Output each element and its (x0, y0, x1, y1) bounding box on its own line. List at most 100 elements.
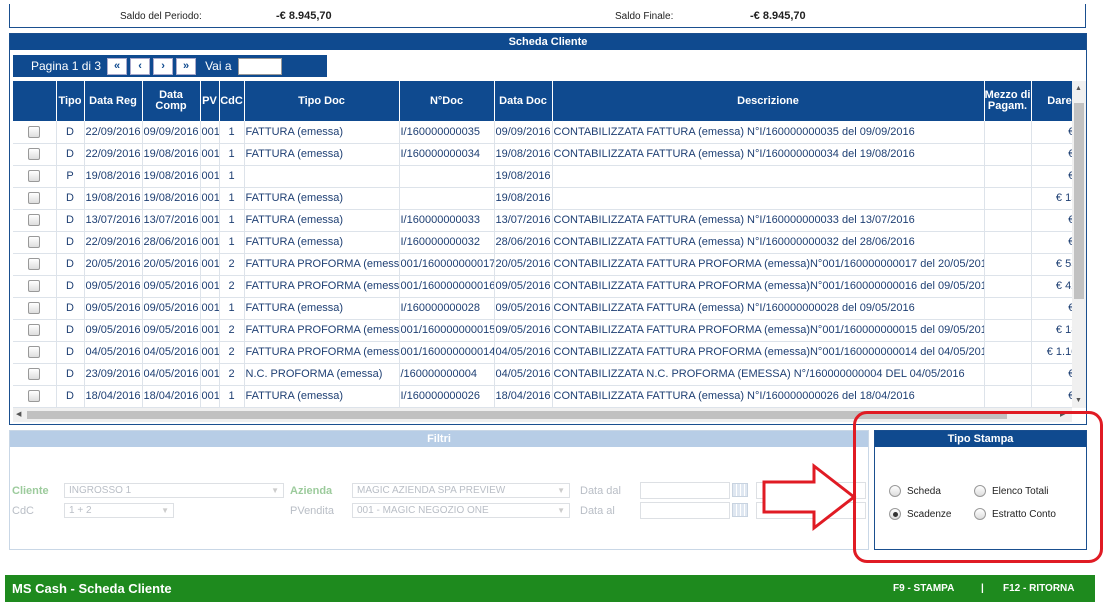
cell-pv: 001 (200, 341, 220, 364)
cell-mezzo (984, 209, 1032, 232)
cell-ndoc: I/160000000032 (399, 231, 495, 254)
cell-pv: 001 (200, 209, 220, 232)
cell-tipo-doc: FATTURA (emessa) (244, 385, 400, 408)
table-row[interactable]: D 19/08/2016 19/08/2016 001 1 FATTURA (emessa… (13, 187, 1072, 210)
table-row[interactable]: D 20/05/2016 20/05/2016 001 2 FATTURA PROFORM… (13, 253, 1072, 276)
row-checkbox[interactable] (28, 302, 41, 314)
cell-data-comp: 20/05/2016 (142, 253, 201, 276)
next-page-button[interactable]: › (153, 57, 174, 75)
table-row[interactable]: D 22/09/2016 19/08/2016 001 1 FATTURA (emessa… (13, 143, 1072, 166)
row-checkbox[interactable] (28, 125, 41, 138)
cliente-select[interactable]: INGROSSO 1 ▼ (64, 483, 284, 498)
cell-tipo: D (56, 385, 85, 408)
cell-cdc: 1 (219, 143, 245, 166)
column-header[interactable]: N°Doc (399, 81, 495, 121)
cell-dare: € 0, (1031, 297, 1072, 320)
cell-cdc: 1 (219, 165, 245, 188)
cdc-select[interactable]: 1 + 2 ▼ (64, 503, 174, 518)
table-row[interactable]: D 23/09/2016 04/05/2016 001 2 N.C. PROFORMA (… (13, 363, 1072, 386)
vertical-scroll-thumb[interactable] (1074, 103, 1084, 299)
last-page-button[interactable]: » (176, 57, 197, 75)
row-checkbox-cell (13, 385, 57, 408)
cell-mezzo (984, 253, 1032, 276)
row-checkbox-cell (13, 143, 57, 166)
cell-data-reg: 22/09/2016 (84, 143, 143, 166)
column-header[interactable]: Tipo Doc (244, 81, 400, 121)
data-al-input[interactable] (640, 502, 730, 519)
goto-page-input[interactable] (237, 57, 282, 75)
cell-cdc: 2 (219, 253, 245, 276)
cliente-value: INGROSSO 1 (69, 485, 132, 496)
cell-descr: CONTABILIZZATA FATTURA (emessa) N°I/1600… (552, 209, 985, 232)
scroll-down-arrow-icon[interactable]: ▼ (1075, 397, 1082, 404)
column-header[interactable]: Data Reg (84, 81, 143, 121)
row-checkbox-cell (13, 297, 57, 320)
column-header[interactable] (13, 81, 57, 121)
cell-data-doc: 19/08/2016 (494, 165, 553, 188)
column-header[interactable]: PV (200, 81, 220, 121)
azienda-select[interactable]: MAGIC AZIENDA SPA PREVIEW ▼ (352, 483, 570, 498)
scroll-left-arrow-icon[interactable]: ◀ (16, 410, 21, 418)
calendar-icon[interactable] (732, 503, 748, 517)
row-checkbox[interactable] (28, 346, 41, 358)
table-row[interactable]: P19/08/201619/08/2016001119/08/2016€ 0, (13, 165, 1072, 188)
row-checkbox[interactable] (28, 192, 41, 204)
row-checkbox-cell (13, 121, 57, 144)
row-checkbox[interactable] (28, 148, 41, 160)
table-row[interactable]: D 04/05/2016 04/05/2016 001 2 FATTURA PROFORM… (13, 341, 1072, 364)
cell-data-comp: 18/04/2016 (142, 385, 201, 408)
vertical-scrollbar[interactable]: ▲ ▼ (1072, 81, 1086, 408)
table-row[interactable]: D 13/07/2016 13/07/2016 001 1 FATTURA (emessa… (13, 209, 1072, 232)
cliente-label: Cliente (12, 485, 49, 497)
cell-data-doc: 20/05/2016 (494, 253, 553, 276)
row-checkbox[interactable] (28, 390, 41, 402)
cell-mezzo (984, 363, 1032, 386)
column-header[interactable]: Dare (1031, 81, 1072, 121)
column-header[interactable]: Descrizione (552, 81, 985, 121)
table-row[interactable]: D 18/04/2016 18/04/2016 001 1 FATTURA (emessa… (13, 385, 1072, 408)
column-header[interactable]: Tipo (56, 81, 85, 121)
data-dal-input[interactable] (640, 482, 730, 499)
cell-tipo: D (56, 187, 85, 210)
first-page-button[interactable]: « (107, 57, 128, 75)
column-header[interactable]: CdC (219, 81, 245, 121)
cell-pv: 001 (200, 253, 220, 276)
cell-data-reg: 13/07/2016 (84, 209, 143, 232)
table-row[interactable]: D 09/05/2016 09/05/2016 001 2 FATTURA PROFORM… (13, 275, 1072, 298)
saldo-periodo-label: Saldo del Periodo: (120, 11, 202, 22)
table-row[interactable]: D 09/05/2016 09/05/2016 001 1 FATTURA (emessa… (13, 297, 1072, 320)
table-row[interactable]: D 22/09/2016 09/09/2016 001 1 FATTURA (emessa… (13, 121, 1072, 144)
row-checkbox[interactable] (28, 258, 41, 270)
row-checkbox[interactable] (28, 368, 41, 380)
row-checkbox[interactable] (28, 324, 41, 336)
cell-dare: € 551, (1031, 253, 1072, 276)
cell-tipo: D (56, 275, 85, 298)
row-checkbox[interactable] (28, 280, 41, 292)
scroll-up-arrow-icon[interactable]: ▲ (1075, 85, 1082, 92)
calendar-icon[interactable] (732, 483, 748, 497)
cell-dare: € 0, (1031, 231, 1072, 254)
table-row[interactable]: D 09/05/2016 09/05/2016 001 2 FATTURA PROFORM… (13, 319, 1072, 342)
cell-cdc: 1 (219, 209, 245, 232)
f12-ritorna-button[interactable]: F12 - RITORNA (1003, 583, 1075, 594)
prev-page-button[interactable]: ‹ (130, 57, 151, 75)
column-header[interactable]: Data Comp (142, 81, 201, 121)
column-header[interactable]: Mezzo di Pagam. (984, 81, 1032, 121)
table-row[interactable]: D 22/09/2016 28/06/2016 001 1 FATTURA (emessa… (13, 231, 1072, 254)
cell-ndoc: 001/160000000016 (399, 275, 495, 298)
page-indicator: Pagina 1 di 3 (31, 59, 102, 73)
cell-ndoc: I/160000000028 (399, 297, 495, 320)
cell-ndoc: I/160000000034 (399, 143, 495, 166)
pvendita-select[interactable]: 001 - MAGIC NEGOZIO ONE ▼ (352, 503, 570, 518)
row-checkbox[interactable] (28, 214, 41, 226)
cell-data-comp: 19/08/2016 (142, 165, 201, 188)
column-header[interactable]: Data Doc (494, 81, 553, 121)
row-checkbox[interactable] (28, 170, 41, 182)
cell-dare: € 0, (1031, 385, 1072, 408)
cell-data-reg: 19/08/2016 (84, 165, 143, 188)
saldo-finale-value: -€ 8.945,70 (750, 10, 806, 22)
f9-stampa-button[interactable]: F9 - STAMPA (893, 583, 954, 594)
row-checkbox[interactable] (28, 236, 41, 248)
saldo-summary: Saldo del Periodo: -€ 8.945,70 Saldo Fin… (9, 4, 1086, 28)
cell-cdc: 2 (219, 319, 245, 342)
